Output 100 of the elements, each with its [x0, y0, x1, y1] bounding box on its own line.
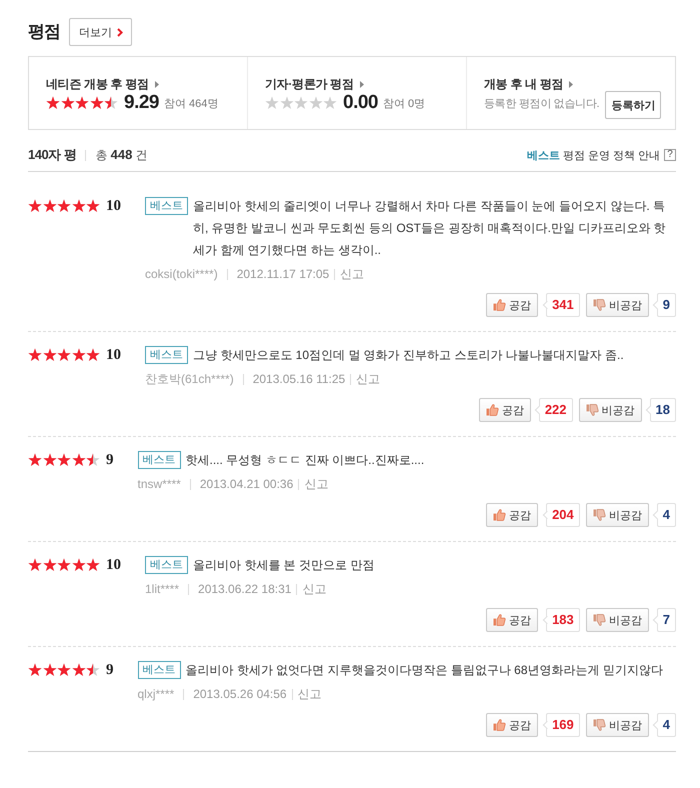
star-icon	[104, 96, 118, 110]
author-name: 찬호박(61ch****)	[145, 370, 234, 388]
thumbs-up-icon	[493, 614, 506, 626]
review-text: 올리비아 핫세의 줄리엣이 너무나 강렬해서 차마 다른 작품들이 눈에 들어오지 않는다. 특히, 유명한 발코니 씬과 무도회씬 등의 OST들은 굉장히 매혹적이다.만일 디카프리오와 핫세가 함께 연기했다면 하는 생각이..	[193, 198, 667, 259]
best-badge: 베스트	[138, 661, 180, 679]
average-score: 9.29	[124, 92, 159, 114]
star-icon	[72, 663, 86, 677]
star-icon	[57, 663, 71, 677]
dislike-count: 4	[652, 503, 676, 527]
review-score: 9	[106, 662, 114, 678]
dislike-button[interactable]: 비공감	[586, 713, 649, 737]
rating-title-link[interactable]: 개봉 후 내 평점	[484, 76, 574, 92]
star-icon	[265, 96, 279, 110]
like-count: 222	[534, 398, 573, 422]
star-icon	[42, 558, 56, 572]
more-button[interactable]: 더보기	[69, 18, 132, 46]
author-name: tnsw****	[138, 477, 181, 491]
dislike-button[interactable]: 비공감	[586, 608, 649, 632]
thumbs-up-icon	[493, 509, 506, 521]
thumbs-down-icon	[592, 299, 606, 311]
star-icon	[86, 558, 100, 572]
average-score: 0.00	[343, 92, 378, 114]
like-count: 169	[542, 713, 580, 737]
dislike-count: 9	[652, 293, 676, 317]
like-count: 204	[542, 503, 580, 527]
star-icon	[90, 96, 104, 110]
author-name: 1lit****	[145, 582, 180, 596]
star-icon	[323, 96, 337, 110]
star-icon	[280, 96, 294, 110]
review-text: 올리비아 핫세를 본 것만으로 만점	[193, 557, 376, 574]
star-icon	[86, 348, 100, 362]
review-date: 2013.04.21 00:36	[200, 477, 294, 491]
best-badge: 베스트	[145, 197, 188, 215]
register-button[interactable]: 등록하기	[605, 91, 662, 119]
review-text: 올리비아 핫세가 없엇다면 지루햇을것이다명작은 틀림없구나 68년영화라는게 믿기지않다	[186, 662, 664, 679]
star-icon	[75, 96, 89, 110]
star-icon	[57, 453, 71, 467]
star-icon	[28, 558, 42, 572]
review-date: 2013.05.26 04:56	[193, 687, 287, 701]
review-date: 2013.06.22 18:31	[198, 582, 292, 596]
like-button[interactable]: 공감	[486, 293, 538, 317]
star-icon	[72, 453, 86, 467]
section-title: 평점	[28, 21, 60, 43]
thumbs-down-icon	[586, 404, 599, 416]
dislike-count: 18	[646, 398, 676, 422]
participant-count: 참여 464명	[164, 96, 218, 110]
like-count: 341	[542, 293, 580, 317]
participant-count: 참여 0명	[382, 96, 426, 110]
review-text: 그냥 핫세만으로도 10점인데 멀 영화가 진부하고 스토리가 나불나불대지말자 좀..	[193, 347, 625, 364]
star-icon	[42, 453, 56, 467]
review-date: 2012.11.17 17:05	[236, 267, 330, 281]
star-icon	[28, 199, 42, 213]
dislike-count: 4	[652, 713, 676, 737]
star-icon	[57, 199, 71, 213]
thumbs-down-icon	[592, 719, 606, 731]
like-button[interactable]: 공감	[486, 503, 538, 527]
star-icon	[72, 558, 86, 572]
star-icon	[72, 348, 86, 362]
like-button[interactable]: 공감	[486, 713, 538, 737]
review-score: 9	[106, 452, 114, 468]
dislike-count: 7	[652, 608, 676, 632]
star-icon	[28, 453, 42, 467]
review-score: 10	[106, 198, 121, 214]
star-icon	[86, 663, 100, 677]
star-icon	[86, 199, 100, 213]
star-icon	[294, 96, 308, 110]
star-icon	[60, 96, 74, 110]
policy-link[interactable]: 베스트 평점 운영 정책 안내	[526, 148, 660, 162]
like-button[interactable]: 공감	[478, 398, 531, 422]
caret-icon	[360, 80, 364, 88]
star-icon	[42, 348, 56, 362]
dislike-button[interactable]: 비공감	[586, 293, 649, 317]
star-icon	[28, 348, 42, 362]
rating-title-link[interactable]: 네티즌 개봉 후 평점	[46, 76, 159, 92]
caret-icon	[569, 80, 574, 88]
list-title: 140자 평	[28, 146, 76, 164]
empty-rating-message: 등록한 평점이 없습니다.	[484, 96, 600, 110]
like-button[interactable]: 공감	[486, 608, 538, 632]
star-icon	[57, 348, 71, 362]
star-icon	[42, 663, 56, 677]
thumbs-up-icon	[493, 719, 506, 731]
star-icon	[308, 96, 322, 110]
help-button[interactable]: ?	[664, 149, 676, 161]
thumbs-down-icon	[592, 509, 606, 521]
star-icon	[86, 453, 100, 467]
best-badge: 베스트	[145, 346, 188, 364]
star-icon	[57, 558, 71, 572]
best-badge: 베스트	[138, 451, 180, 469]
best-badge: 베스트	[145, 556, 188, 574]
dislike-button[interactable]: 비공감	[578, 398, 642, 422]
author-name: qlxj****	[138, 687, 174, 701]
review-date: 2013.05.16 11:25	[252, 372, 346, 386]
caret-icon	[154, 80, 159, 88]
thumbs-up-icon	[486, 404, 499, 416]
review-text: 핫세.... 무성형 ㅎㄷㄷ 진짜 이쁘다..진짜로....	[186, 452, 426, 469]
star-icon	[72, 199, 86, 213]
thumbs-down-icon	[592, 614, 606, 626]
review-score: 10	[106, 346, 121, 364]
rating-title-link[interactable]: 기자·평론가 평점	[265, 76, 364, 92]
dislike-button[interactable]: 비공감	[586, 503, 649, 527]
